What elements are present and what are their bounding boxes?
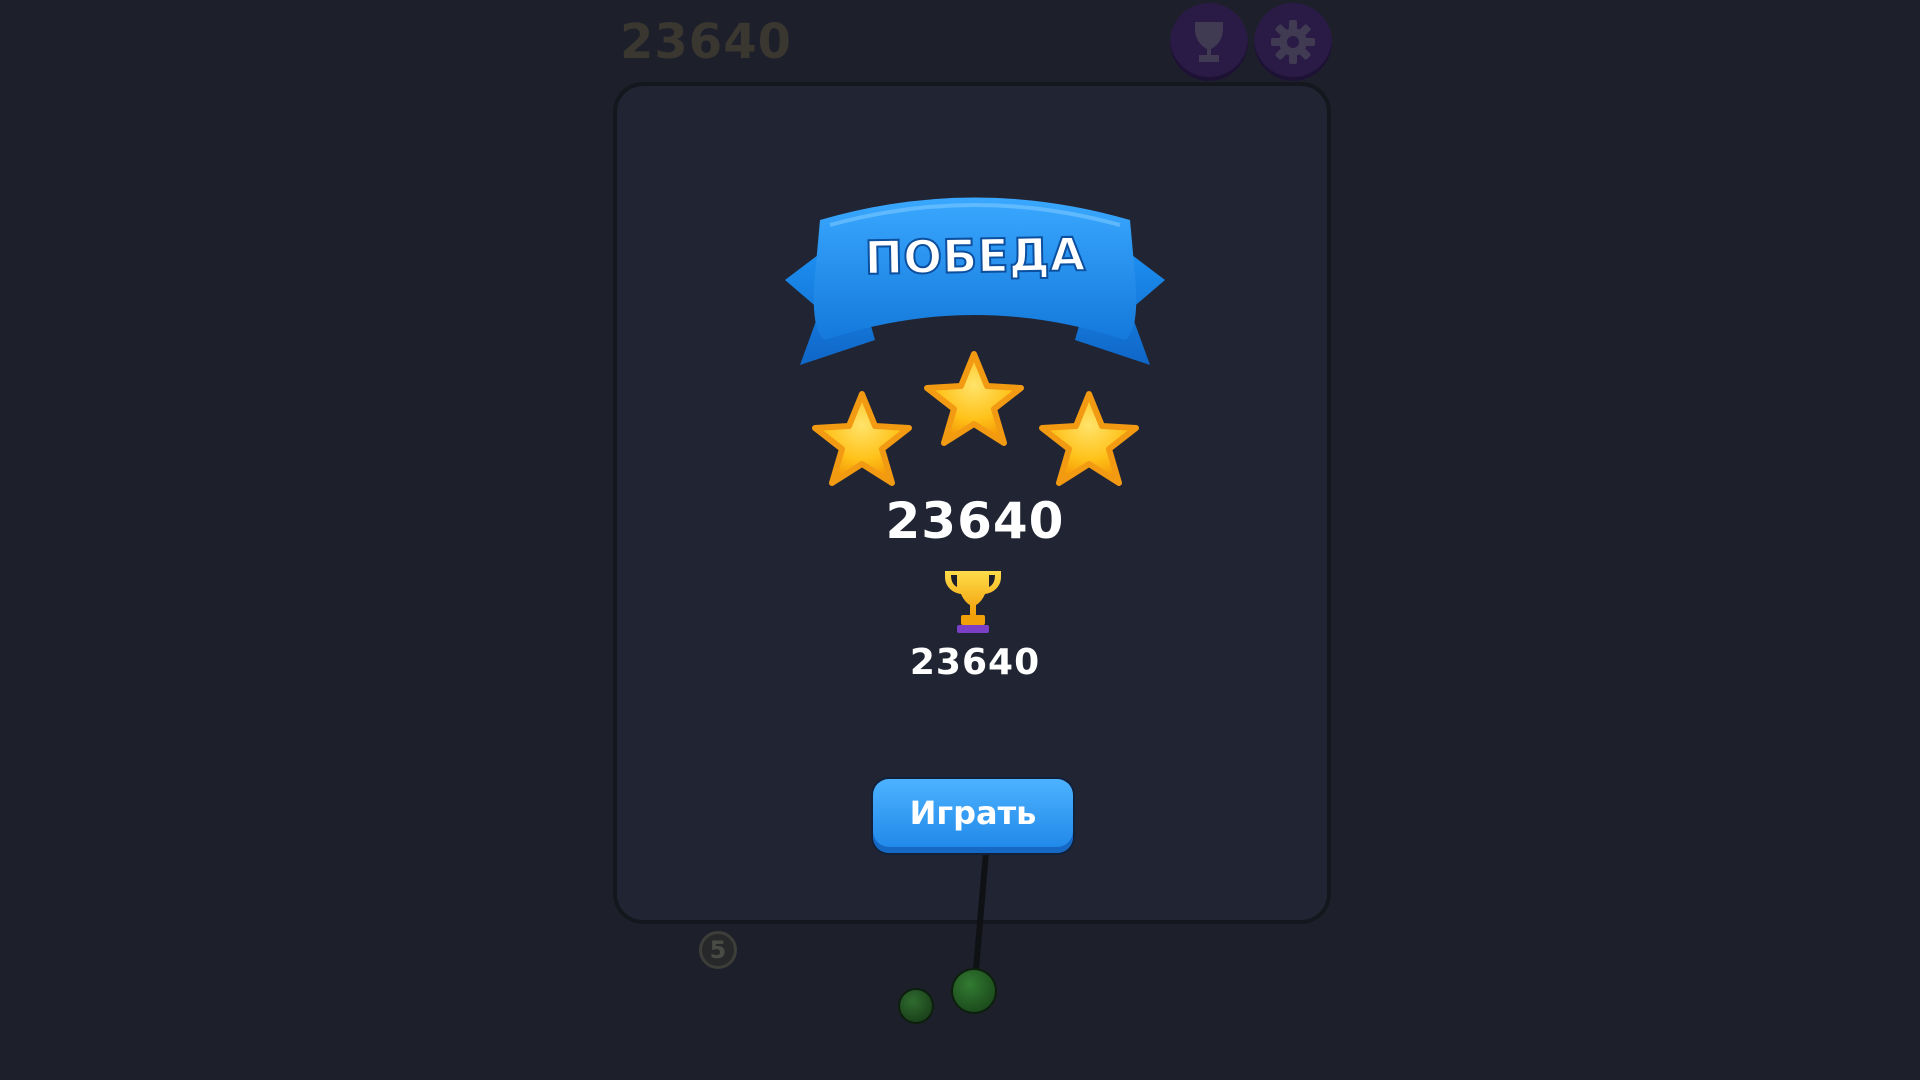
star-icon	[1042, 394, 1136, 483]
play-button[interactable]: Играть	[873, 779, 1073, 853]
victory-title: ПОБЕДА	[864, 227, 1086, 285]
star-icon	[815, 394, 909, 483]
best-score: 23640	[909, 642, 1041, 683]
green-ball	[900, 990, 932, 1022]
green-ball	[953, 970, 995, 1012]
lane-number: 5	[699, 931, 737, 969]
game-screen: 23640 ПОБЕДА 23640 23640 Играть 5	[0, 0, 1920, 1080]
stars-rating	[800, 345, 1150, 495]
victory-ribbon: ПОБЕДА	[785, 197, 1165, 365]
trophy-icon	[1195, 22, 1223, 62]
final-score: 23640	[885, 492, 1065, 550]
leaderboard-button[interactable]	[1170, 3, 1248, 81]
cue-stick	[973, 852, 989, 973]
hud-score: 23640	[620, 14, 792, 70]
settings-button[interactable]	[1254, 3, 1332, 81]
gear-icon	[1271, 20, 1315, 64]
star-icon	[927, 354, 1021, 443]
trophy-icon	[945, 571, 1001, 633]
